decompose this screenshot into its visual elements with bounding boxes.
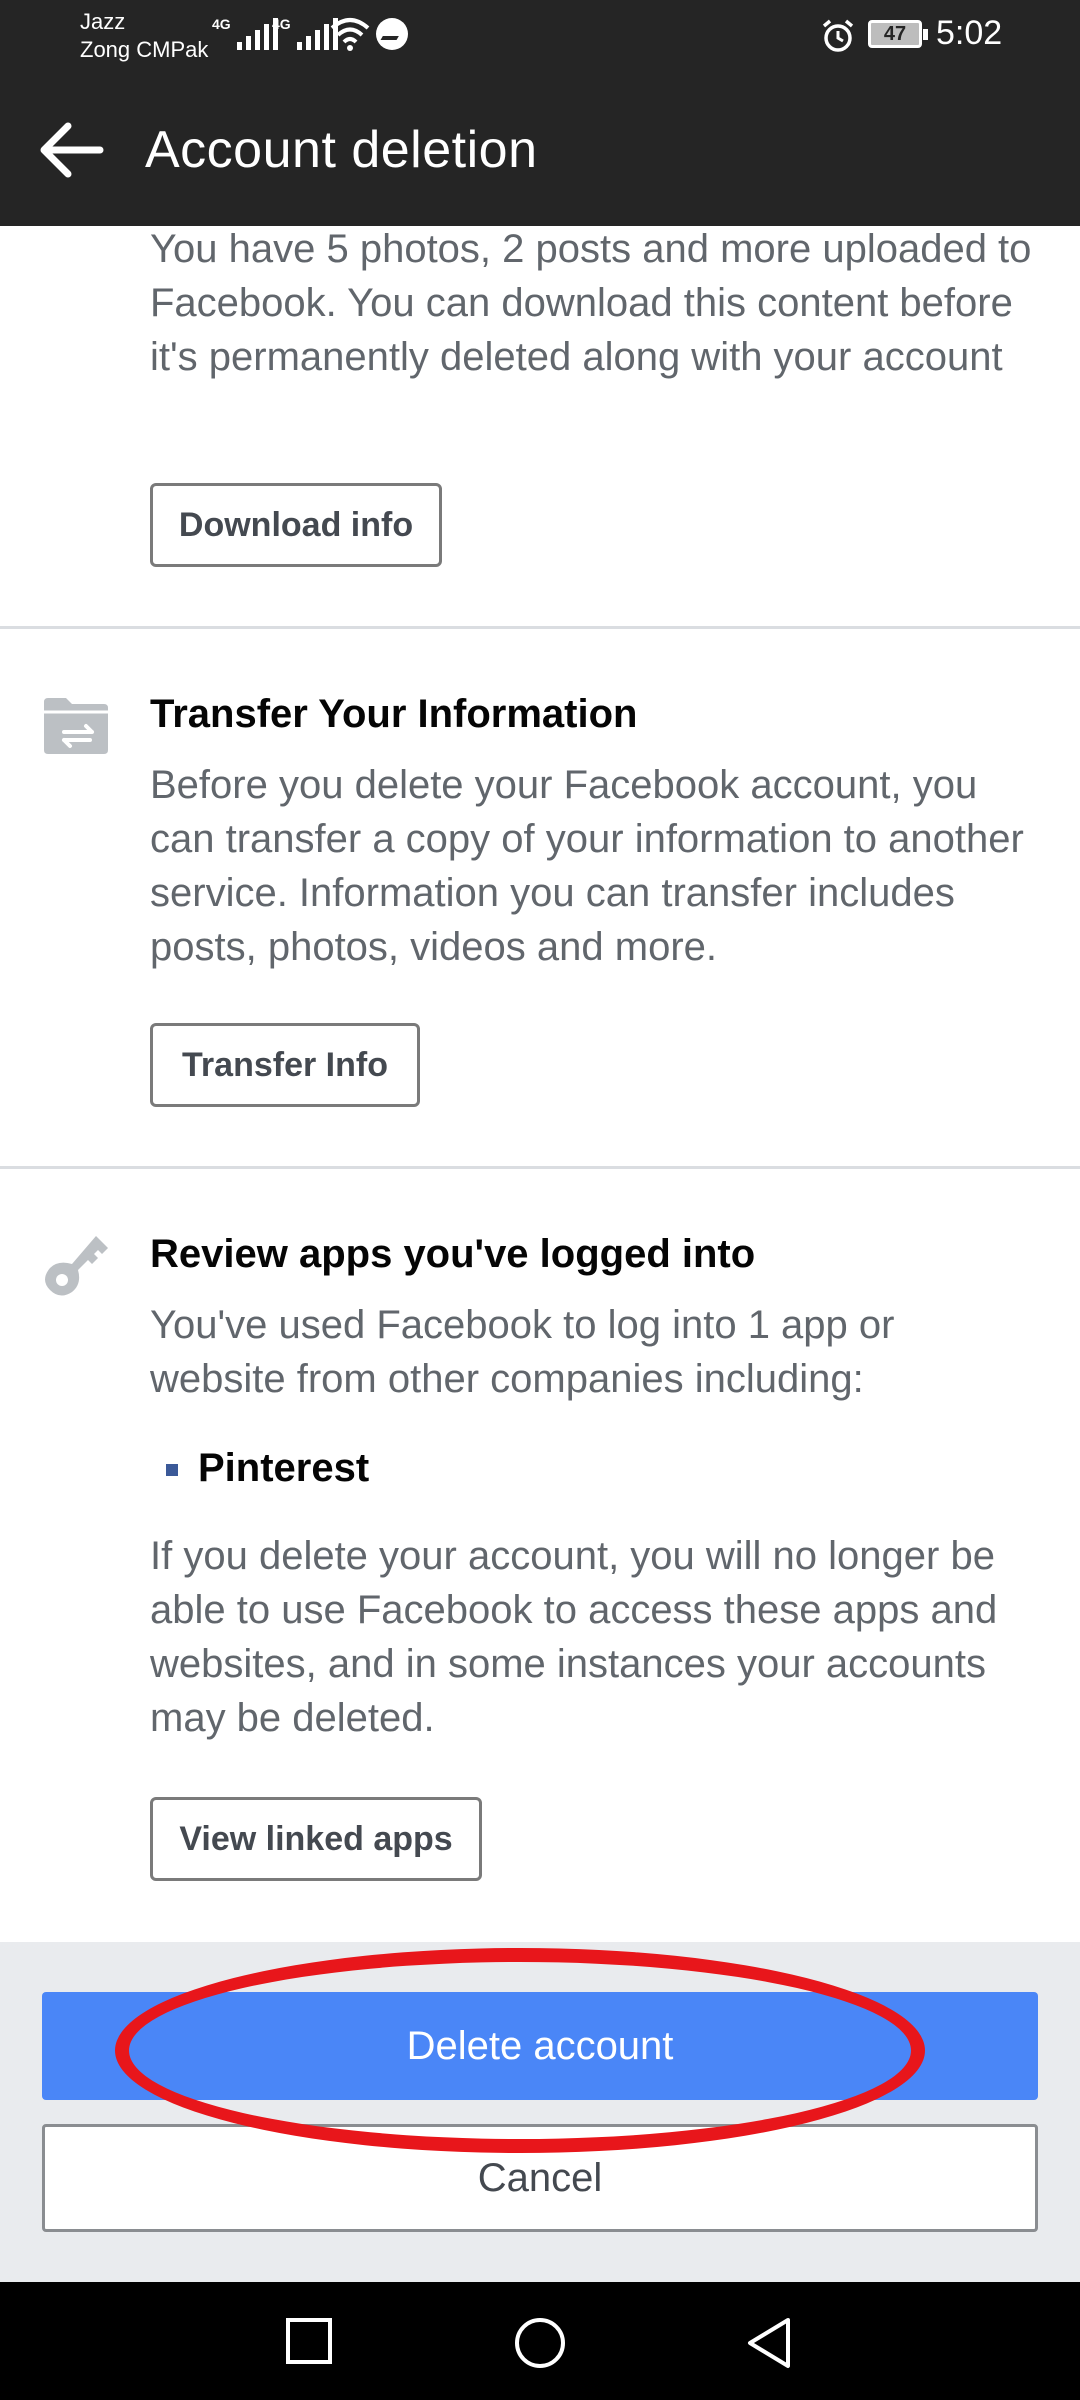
delete-account-button[interactable]: Delete account xyxy=(42,1992,1038,2100)
bullet-marker xyxy=(166,1464,178,1476)
folder-transfer-icon xyxy=(44,698,108,754)
clock: 5:02 xyxy=(936,14,1003,52)
wifi-icon xyxy=(330,18,370,51)
apps-heading: Review apps you've logged into xyxy=(150,1232,756,1276)
recent-apps-icon[interactable] xyxy=(284,2316,334,2366)
key-icon xyxy=(45,1236,108,1296)
signal-1-icon: 4G xyxy=(212,16,278,50)
system-nav-bar xyxy=(0,2282,1080,2400)
divider xyxy=(0,626,1080,629)
back-arrow-icon[interactable] xyxy=(36,118,106,182)
transfer-description: Before you delete your Facebook account,… xyxy=(150,763,1024,969)
messenger-icon xyxy=(376,18,408,50)
carrier-names: Jazz Zong CMPak xyxy=(80,8,208,64)
download-description: You have 5 photos, 2 posts and more uplo… xyxy=(150,227,1032,379)
cancel-button[interactable]: Cancel xyxy=(42,2124,1038,2232)
back-nav-icon[interactable] xyxy=(744,2316,794,2370)
view-linked-apps-button[interactable]: View linked apps xyxy=(150,1797,482,1881)
apps-warning: If you delete your account, you will no … xyxy=(150,1534,998,1740)
home-icon[interactable] xyxy=(513,2316,567,2370)
divider xyxy=(0,1166,1080,1169)
transfer-info-button[interactable]: Transfer Info xyxy=(150,1023,420,1107)
app-bar: Account deletion xyxy=(0,74,1080,226)
apps-description: You've used Facebook to log into 1 app o… xyxy=(150,1303,895,1401)
signal-2-icon: 4G xyxy=(272,16,338,50)
download-info-button[interactable]: Download info xyxy=(150,483,442,567)
carrier-1: Jazz xyxy=(80,9,126,34)
status-bar: Jazz Zong CMPak 4G 4G 47 5:02 xyxy=(0,0,1080,74)
action-panel: Delete account Cancel xyxy=(0,1942,1080,2282)
page-title: Account deletion xyxy=(145,121,538,179)
battery-icon: 47 xyxy=(868,20,928,48)
carrier-2: Zong CMPak xyxy=(80,37,209,62)
linked-app-item: Pinterest xyxy=(198,1446,370,1490)
alarm-icon xyxy=(822,19,854,52)
transfer-heading: Transfer Your Information xyxy=(150,692,638,736)
